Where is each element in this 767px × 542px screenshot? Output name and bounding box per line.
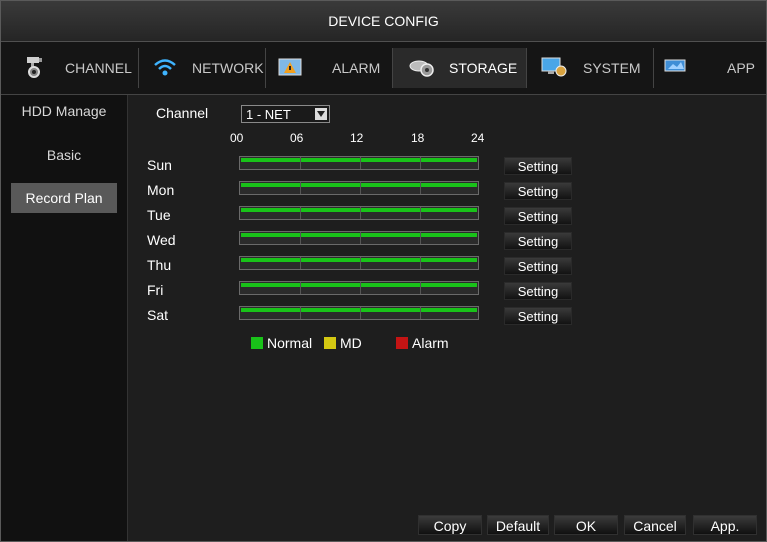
day-label-sat: Sat [147, 307, 169, 323]
day-label-mon: Mon [147, 182, 175, 198]
tab-alarm[interactable]: ALARM [266, 48, 393, 88]
alarm-icon [278, 56, 302, 81]
copy-button[interactable]: Copy [418, 515, 482, 535]
tab-system[interactable]: SYSTEM [527, 48, 654, 88]
tab-storage-label: STORAGE [449, 60, 518, 76]
sidebar-item-label: Record Plan [25, 190, 103, 206]
wifi-icon [153, 56, 177, 81]
title-bar: DEVICE CONFIG [1, 1, 766, 42]
default-button[interactable]: Default [487, 515, 549, 535]
hour-label-06: 06 [290, 131, 304, 145]
schedule-bar-sun[interactable] [239, 156, 479, 170]
setting-button-wed[interactable]: Setting [504, 232, 572, 250]
tab-app-label: APP [727, 60, 756, 76]
storage-gear-icon [409, 56, 435, 81]
day-label-fri: Fri [147, 282, 164, 298]
schedule-bar-tue[interactable] [239, 206, 479, 220]
camera-gear-icon [24, 56, 44, 81]
hour-label-18: 18 [411, 131, 425, 145]
sidebar-item-label: HDD Manage [21, 103, 107, 119]
tab-channel[interactable]: CHANNEL [12, 48, 139, 88]
schedule-bar-wed[interactable] [239, 231, 479, 245]
ok-button[interactable]: OK [554, 515, 618, 535]
legend-alarm: Alarm [396, 335, 449, 351]
legend-normal: Normal [251, 335, 312, 351]
sidebar-item-basic[interactable]: Basic [11, 140, 117, 170]
day-label-sun: Sun [147, 157, 172, 173]
schedule-bar-mon[interactable] [239, 181, 479, 195]
setting-button-tue[interactable]: Setting [504, 207, 572, 225]
channel-select-value: 1 - NET [246, 107, 291, 122]
schedule-bar-fri[interactable] [239, 281, 479, 295]
dropdown-arrow-icon[interactable] [315, 108, 327, 120]
legend-swatch-alarm [396, 337, 408, 349]
setting-button-thu[interactable]: Setting [504, 257, 572, 275]
system-monitor-icon [541, 56, 567, 81]
setting-button-sun[interactable]: Setting [504, 157, 572, 175]
legend-md: MD [324, 335, 362, 351]
cancel-button[interactable]: Cancel [624, 515, 686, 535]
tab-channel-label: CHANNEL [65, 60, 132, 76]
tab-system-label: SYSTEM [583, 60, 641, 76]
sidebar-item-hdd-manage[interactable]: HDD Manage [11, 96, 117, 126]
tab-network[interactable]: NETWORK [139, 48, 266, 88]
schedule-bar-sat[interactable] [239, 306, 479, 320]
tab-bar: CHANNEL NETWORK ALARM STORAGE SYSTEM APP [1, 42, 766, 95]
device-config-window: DEVICE CONFIG CHANNEL NETWORK ALARM STOR… [0, 0, 767, 542]
tab-app[interactable]: APP [654, 48, 766, 88]
sidebar-item-label: Basic [46, 147, 82, 163]
legend-label-alarm: Alarm [412, 335, 449, 351]
tab-network-label: NETWORK [192, 60, 264, 76]
schedule-bar-thu[interactable] [239, 256, 479, 270]
sidebar-item-record-plan[interactable]: Record Plan [11, 183, 117, 213]
channel-label: Channel [156, 105, 209, 121]
hour-label-12: 12 [350, 131, 364, 145]
sidebar: HDD Manage Basic Record Plan [1, 95, 128, 541]
channel-select[interactable]: 1 - NET [241, 105, 330, 123]
tab-alarm-label: ALARM [332, 60, 381, 76]
day-label-thu: Thu [147, 257, 172, 273]
day-label-tue: Tue [147, 207, 171, 223]
day-label-wed: Wed [147, 232, 176, 248]
app-icon [664, 56, 688, 79]
legend-label-normal: Normal [267, 335, 313, 351]
window-title: DEVICE CONFIG [328, 13, 439, 29]
legend-label-md: MD [340, 335, 362, 351]
setting-button-sat[interactable]: Setting [504, 307, 572, 325]
tab-storage[interactable]: STORAGE [393, 48, 527, 88]
record-plan-panel: Channel 1 - NET 00 06 12 18 24 Sun Setti… [128, 95, 766, 541]
legend-swatch-md [324, 337, 336, 349]
apply-button[interactable]: App. [693, 515, 757, 535]
legend-swatch-normal [251, 337, 263, 349]
setting-button-mon[interactable]: Setting [504, 182, 572, 200]
setting-button-fri[interactable]: Setting [504, 282, 572, 300]
hour-label-00: 00 [230, 131, 244, 145]
hour-label-24: 24 [471, 131, 485, 145]
